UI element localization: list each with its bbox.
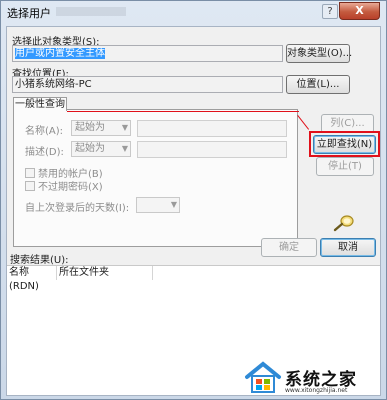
checkbox-box bbox=[25, 181, 35, 191]
help-button[interactable]: ? bbox=[322, 4, 338, 19]
watermark: 系统之家 www.xitongzhijia.net bbox=[239, 359, 387, 399]
object-types-button[interactable]: 对象类型(O)... bbox=[286, 44, 352, 63]
days-since-login-label: 自上次登录后的天数(I): bbox=[25, 203, 130, 214]
annotation-line bbox=[67, 111, 299, 112]
tab-general-queries[interactable]: 一般性查询 bbox=[13, 97, 67, 111]
name-input[interactable] bbox=[137, 120, 287, 137]
find-now-highlight bbox=[309, 131, 380, 157]
title-blur bbox=[56, 7, 126, 16]
location-field: 小猪系统网络-PC bbox=[12, 76, 283, 93]
ok-button[interactable]: 确定 bbox=[261, 238, 317, 257]
chevron-down-icon: ▼ bbox=[121, 144, 128, 153]
chevron-down-icon: ▼ bbox=[121, 123, 128, 132]
search-icon bbox=[333, 215, 354, 232]
days-since-login-select[interactable]: ▼ bbox=[136, 197, 180, 213]
description-input[interactable] bbox=[137, 141, 287, 158]
general-queries-panel: 名称(A): 起始为 ▼ 描述(D): 起始为 ▼ 禁用的帐户(B) 不过期密码(X… bbox=[13, 109, 298, 247]
name-mode-select[interactable]: 起始为 ▼ bbox=[71, 120, 131, 136]
house-logo-icon bbox=[245, 361, 281, 393]
column-header-name[interactable]: 名称(RDN) bbox=[7, 266, 57, 292]
select-users-dialog: 选择用户 ? X 选择此对象类型(S): 用户或内置安全主体 对象类型(O)..… bbox=[0, 0, 387, 400]
cancel-button[interactable]: 取消 bbox=[320, 238, 376, 257]
results-label: 搜索结果(U): bbox=[10, 255, 69, 266]
stop-button[interactable]: 停止(T) bbox=[316, 157, 374, 176]
annotation-line bbox=[297, 115, 310, 130]
chevron-down-icon: ▼ bbox=[170, 200, 177, 209]
checkbox-box bbox=[25, 168, 35, 178]
column-header-folder[interactable]: 所在文件夹 bbox=[57, 266, 153, 280]
title-bar[interactable]: 选择用户 ? X bbox=[1, 1, 386, 23]
window-title: 选择用户 bbox=[7, 7, 51, 20]
watermark-url: www.xitongzhijia.net bbox=[285, 387, 348, 394]
dialog-body: 选择此对象类型(S): 用户或内置安全主体 对象类型(O)... 查找位置(F)… bbox=[6, 26, 381, 396]
no-expire-password-checkbox[interactable]: 不过期密码(X) bbox=[25, 178, 103, 193]
description-label: 描述(D): bbox=[25, 147, 64, 158]
object-type-field: 用户或内置安全主体 bbox=[12, 45, 283, 62]
close-button[interactable]: X bbox=[339, 2, 380, 20]
description-mode-select[interactable]: 起始为 ▼ bbox=[71, 141, 131, 157]
name-label: 名称(A): bbox=[25, 126, 64, 137]
locations-button[interactable]: 位置(L)... bbox=[286, 75, 350, 94]
